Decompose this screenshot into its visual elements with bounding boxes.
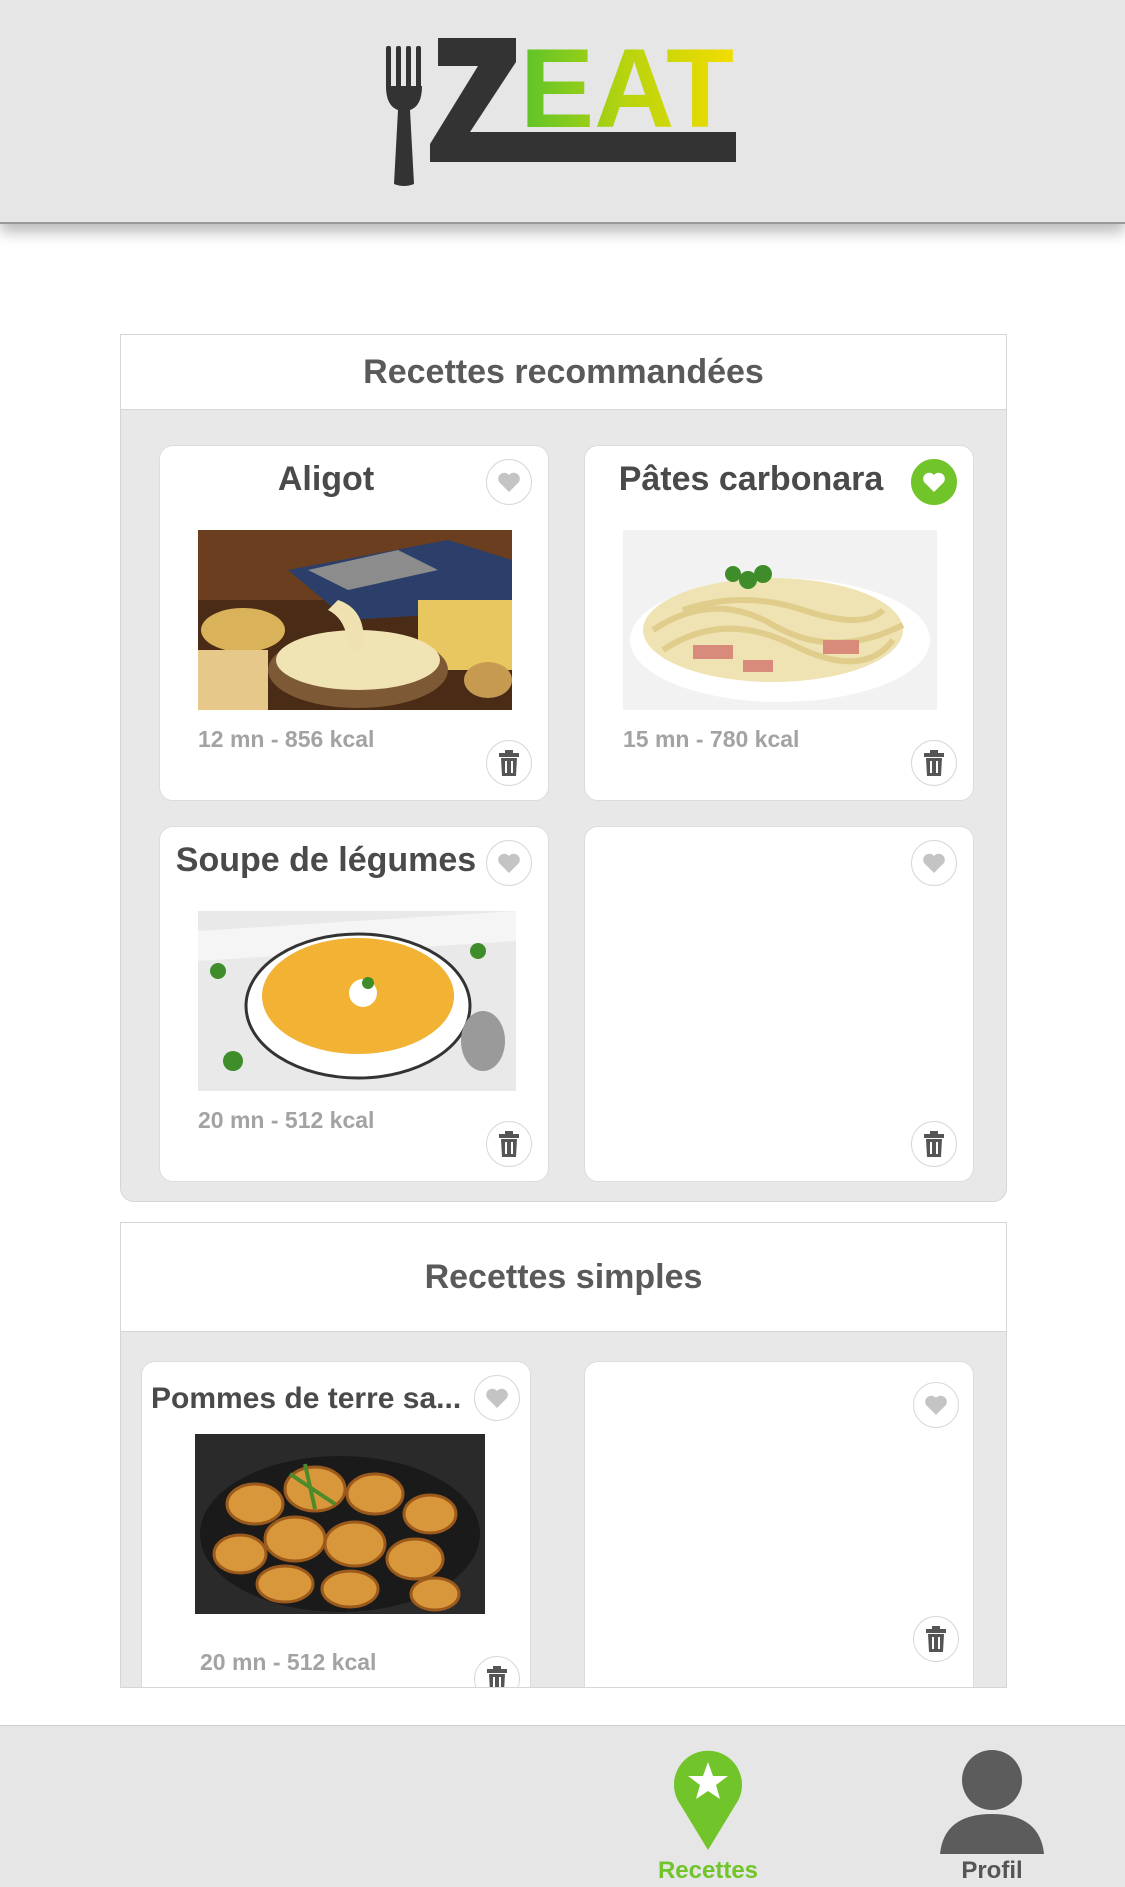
star-pin-icon xyxy=(674,1750,742,1850)
recipe-card[interactable]: Aligot 12 mn - 856 kcal xyxy=(159,445,549,801)
potatoes-photo xyxy=(195,1434,485,1614)
delete-button[interactable] xyxy=(911,1121,957,1167)
app-header: EAT xyxy=(0,0,1125,224)
section-title: Recettes recommandées xyxy=(121,335,1006,410)
delete-button[interactable] xyxy=(911,740,957,786)
recipe-card[interactable]: Soupe de légumes 20 mn - 512 kcal xyxy=(159,826,549,1182)
bottom-tab-bar: Recettes Profil xyxy=(0,1725,1125,1887)
recipe-meta: 20 mn - 512 kcal xyxy=(198,1107,375,1133)
delete-button[interactable] xyxy=(474,1656,520,1687)
recipe-title: Pâtes carbonara xyxy=(618,460,884,498)
recipe-card-empty[interactable] xyxy=(584,826,974,1182)
favorite-button[interactable] xyxy=(913,1382,959,1428)
trash-icon xyxy=(499,750,519,776)
recipe-card[interactable]: Pommes de terre sa... 20 mn - 512 kcal xyxy=(141,1361,531,1687)
heart-icon xyxy=(498,472,520,492)
recipe-title: Pommes de terre sa... xyxy=(151,1382,462,1415)
trash-icon xyxy=(499,1131,519,1157)
zeat-logo: EAT xyxy=(386,36,736,186)
delete-button[interactable] xyxy=(486,1121,532,1167)
trash-icon xyxy=(926,1626,946,1652)
recipe-title: Aligot xyxy=(277,460,375,498)
carbonara-photo xyxy=(623,530,937,710)
section-recommended: Recettes recommandées Aligot 12 mn - 856… xyxy=(120,334,1007,1202)
heart-icon xyxy=(486,1388,508,1408)
trash-icon xyxy=(487,1666,507,1687)
fork-icon xyxy=(386,46,422,186)
svg-text:EAT: EAT xyxy=(520,36,734,151)
recipe-meta: 15 mn - 780 kcal xyxy=(623,726,800,752)
tab-label: Profil xyxy=(961,1857,1023,1884)
delete-button[interactable] xyxy=(913,1616,959,1662)
tab-label: Recettes xyxy=(657,1857,759,1884)
heart-icon xyxy=(925,1395,947,1415)
favorite-button[interactable] xyxy=(911,840,957,886)
tab-profil[interactable]: Profil xyxy=(932,1726,1052,1887)
trash-icon xyxy=(924,750,944,776)
recipe-title: Soupe de légumes xyxy=(175,841,477,879)
trash-icon xyxy=(924,1131,944,1157)
favorite-button[interactable] xyxy=(474,1375,520,1421)
user-icon xyxy=(940,1750,1044,1854)
recipe-meta: 20 mn - 512 kcal xyxy=(200,1649,377,1675)
tab-recettes[interactable]: Recettes xyxy=(648,1726,768,1887)
favorite-button[interactable] xyxy=(486,840,532,886)
recipe-card[interactable]: Pâtes carbonara 15 mn - 780 kcal xyxy=(584,445,974,801)
aligot-photo xyxy=(198,530,512,710)
heart-icon xyxy=(923,472,945,492)
delete-button[interactable] xyxy=(486,740,532,786)
recipe-meta: 12 mn - 856 kcal xyxy=(198,726,375,752)
soup-photo xyxy=(198,911,516,1091)
heart-icon xyxy=(498,853,520,873)
favorite-button[interactable] xyxy=(911,459,957,505)
section-title: Recettes simples xyxy=(121,1223,1006,1332)
section-simple: Recettes simples Pommes de terre sa... 2… xyxy=(120,1222,1007,1688)
heart-icon xyxy=(923,853,945,873)
favorite-button[interactable] xyxy=(486,459,532,505)
recipe-card-empty[interactable] xyxy=(584,1361,974,1687)
